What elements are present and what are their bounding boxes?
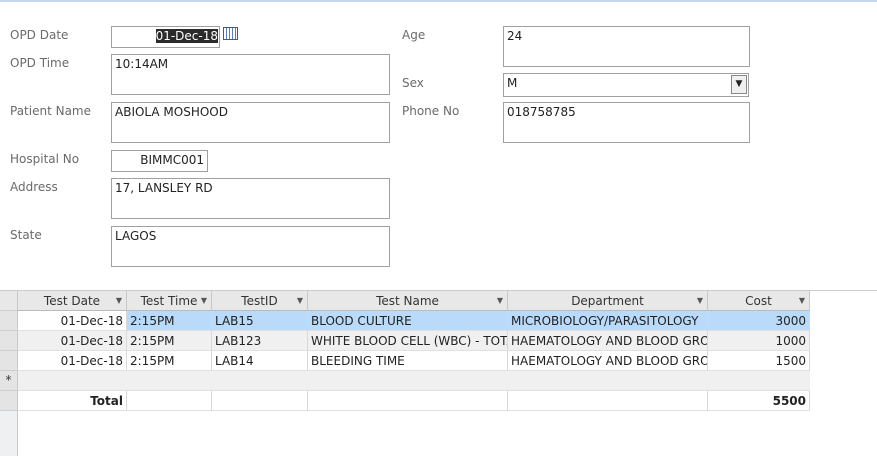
tests-datasheet: Test Date ▼ Test Time ▼ TestID ▼ Test Name ▼… xyxy=(0,290,877,456)
cell-cost[interactable]: 3000 xyxy=(708,311,810,331)
cell-test-id[interactable]: LAB123 xyxy=(212,331,308,351)
calendar-icon[interactable] xyxy=(223,27,238,40)
cell-test-name[interactable]: BLEEDING TIME xyxy=(308,351,508,371)
col-label: Test Date xyxy=(43,294,101,308)
top-border xyxy=(0,0,877,2)
row-selector[interactable] xyxy=(0,331,18,351)
col-label: Department xyxy=(571,294,644,308)
cell-test-time[interactable]: 2:15PM xyxy=(127,351,212,371)
row-selector[interactable] xyxy=(0,351,18,371)
total-row: Total 5500 xyxy=(0,391,877,411)
dropdown-arrow-icon[interactable]: ▼ xyxy=(799,293,805,309)
opd-date-value: 01-Dec-18 xyxy=(155,29,218,43)
empty-cell xyxy=(127,391,212,411)
col-label: Test Time xyxy=(140,294,198,308)
hospital-no-field[interactable]: BIMMC001 xyxy=(111,150,208,172)
dropdown-arrow-icon[interactable]: ▼ xyxy=(116,293,122,309)
col-test-name[interactable]: Test Name ▼ xyxy=(308,291,508,311)
cell-cost[interactable]: 1500 xyxy=(708,351,810,371)
phone-no-label: Phone No xyxy=(402,104,460,118)
patient-name-label: Patient Name xyxy=(10,104,91,118)
col-test-id[interactable]: TestID ▼ xyxy=(212,291,308,311)
col-test-time[interactable]: Test Time ▼ xyxy=(127,291,212,311)
row-selector-filler xyxy=(0,411,18,456)
opd-date-field[interactable]: 01-Dec-18 xyxy=(111,26,220,48)
phone-no-field[interactable]: 018758785 xyxy=(503,102,750,143)
dropdown-arrow-icon[interactable]: ▼ xyxy=(497,293,503,309)
col-label: Cost xyxy=(745,294,772,308)
row-selector[interactable] xyxy=(0,311,18,331)
dropdown-arrow-icon[interactable]: ▼ xyxy=(201,293,207,309)
col-department[interactable]: Department ▼ xyxy=(508,291,708,311)
empty-cell xyxy=(212,391,308,411)
dropdown-arrow-icon[interactable]: ▼ xyxy=(697,293,703,309)
cell-department[interactable]: HAEMATOLOGY AND BLOOD GROUP xyxy=(508,331,708,351)
total-label: Total xyxy=(18,391,127,411)
col-label: Test Name xyxy=(376,294,439,308)
opd-time-field[interactable]: 10:14AM xyxy=(111,54,390,95)
table-row[interactable]: 01-Dec-18 2:15PM LAB123 WHITE BLOOD CELL (W… xyxy=(0,331,877,351)
new-record-cells[interactable] xyxy=(18,371,810,391)
empty-cell xyxy=(308,391,508,411)
cell-department[interactable]: MICROBIOLOGY/PARASITOLOGY xyxy=(508,311,708,331)
table-row[interactable]: 01-Dec-18 2:15PM LAB14 BLEEDING TIME HAEMATO… xyxy=(0,351,877,371)
sex-value: M xyxy=(507,76,518,90)
opd-time-label: OPD Time xyxy=(10,56,70,70)
row-selector[interactable] xyxy=(0,391,18,411)
age-field[interactable]: 24 xyxy=(503,26,750,67)
hospital-no-label: Hospital No xyxy=(10,152,80,166)
total-value: 5500 xyxy=(708,391,810,411)
cell-test-date[interactable]: 01-Dec-18 xyxy=(18,351,127,371)
col-label: TestID xyxy=(241,294,278,308)
age-label: Age xyxy=(402,28,426,42)
cell-cost[interactable]: 1000 xyxy=(708,331,810,351)
cell-department[interactable]: HAEMATOLOGY AND BLOOD GROUP xyxy=(508,351,708,371)
col-test-date[interactable]: Test Date ▼ xyxy=(18,291,127,311)
chevron-down-icon[interactable]: ▼ xyxy=(731,75,747,94)
cell-test-name[interactable]: BLOOD CULTURE xyxy=(308,311,508,331)
new-record-row[interactable]: * xyxy=(0,371,877,391)
select-all-corner[interactable] xyxy=(0,291,18,311)
table-row[interactable]: 01-Dec-18 2:15PM LAB15 BLOOD CULTURE MICROBI… xyxy=(0,311,877,331)
cell-test-id[interactable]: LAB15 xyxy=(212,311,308,331)
state-label: State xyxy=(10,228,42,242)
dropdown-arrow-icon[interactable]: ▼ xyxy=(297,293,303,309)
new-record-icon[interactable]: * xyxy=(0,371,18,391)
opd-date-label: OPD Date xyxy=(10,28,69,42)
cell-test-time[interactable]: 2:15PM xyxy=(127,311,212,331)
address-field[interactable]: 17, LANSLEY RD xyxy=(111,178,390,219)
state-field[interactable]: LAGOS xyxy=(111,226,390,267)
patient-name-field[interactable]: ABIOLA MOSHOOD xyxy=(111,102,390,143)
cell-test-name[interactable]: WHITE BLOOD CELL (WBC) - TOTAL xyxy=(308,331,508,351)
cell-test-date[interactable]: 01-Dec-18 xyxy=(18,331,127,351)
address-label: Address xyxy=(10,180,58,194)
col-cost[interactable]: Cost ▼ xyxy=(708,291,810,311)
header-row: Test Date ▼ Test Time ▼ TestID ▼ Test Name ▼… xyxy=(0,291,877,311)
sex-combo[interactable]: M ▼ xyxy=(503,73,749,97)
cell-test-id[interactable]: LAB14 xyxy=(212,351,308,371)
empty-cell xyxy=(508,391,708,411)
sex-label: Sex xyxy=(402,76,424,90)
cell-test-date[interactable]: 01-Dec-18 xyxy=(18,311,127,331)
cell-test-time[interactable]: 2:15PM xyxy=(127,331,212,351)
